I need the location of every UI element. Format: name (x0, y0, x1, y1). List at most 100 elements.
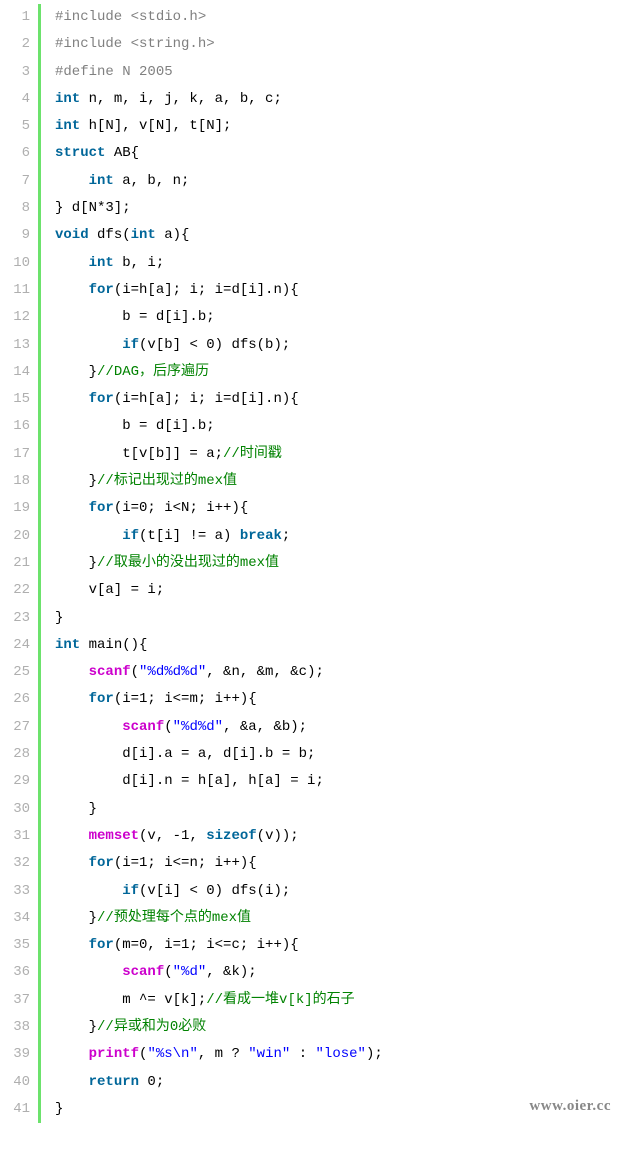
token-plain: } (55, 555, 97, 571)
token-plain: } (55, 473, 97, 489)
code-line: if(t[i] != a) break; (55, 523, 621, 550)
line-number: 25 (0, 659, 30, 686)
code-line: scanf("%d", &k); (55, 959, 621, 986)
token-kw: int (89, 173, 114, 189)
code-line: }//预处理每个点的mex值 (55, 905, 621, 932)
line-number: 3 (0, 59, 30, 86)
line-number: 16 (0, 413, 30, 440)
token-plain: (i=1; i<=n; i++){ (114, 855, 257, 871)
token-kw: int (55, 118, 80, 134)
code-line: } d[N*3]; (55, 195, 621, 222)
token-plain: dfs( (89, 227, 131, 243)
token-fn: memset (89, 828, 139, 844)
code-line: #define N 2005 (55, 59, 621, 86)
code-line: d[i].a = a, d[i].b = b; (55, 741, 621, 768)
token-kw: struct (55, 145, 105, 161)
token-plain (55, 255, 89, 271)
token-kw: for (89, 500, 114, 516)
token-plain: (v[i] < 0) dfs(i); (139, 883, 290, 899)
token-plain: a){ (156, 227, 190, 243)
token-cmt: //异或和为0必败 (97, 1019, 206, 1035)
token-plain: (i=h[a]; i; i=d[i].n){ (114, 282, 299, 298)
token-plain: (i=h[a]; i; i=d[i].n){ (114, 391, 299, 407)
code-line: t[v[b]] = a;//时间戳 (55, 441, 621, 468)
token-str: "%d%d%d" (139, 664, 206, 680)
token-plain: ; (282, 528, 290, 544)
token-kw: if (122, 528, 139, 544)
token-plain: ); (366, 1046, 383, 1062)
line-number: 7 (0, 168, 30, 195)
line-number: 12 (0, 304, 30, 331)
token-plain (55, 691, 89, 707)
code-line: memset(v, -1, sizeof(v)); (55, 823, 621, 850)
token-kw: int (55, 91, 80, 107)
token-kw: break (240, 528, 282, 544)
token-str: "%s\n" (147, 1046, 197, 1062)
line-number: 28 (0, 741, 30, 768)
token-plain: b = d[i].b; (55, 309, 215, 325)
token-kw: for (89, 937, 114, 953)
line-number: 17 (0, 441, 30, 468)
line-number: 30 (0, 796, 30, 823)
watermark: www.oier.cc (529, 1092, 611, 1121)
line-number: 19 (0, 495, 30, 522)
token-kw: for (89, 691, 114, 707)
token-plain: (m=0, i=1; i<=c; i++){ (114, 937, 299, 953)
code-line: d[i].n = h[a], h[a] = i; (55, 768, 621, 795)
code-line: int main(){ (55, 632, 621, 659)
token-plain (55, 1046, 89, 1062)
token-cmt: //预处理每个点的mex值 (97, 910, 251, 926)
token-kw: for (89, 282, 114, 298)
line-number: 41 (0, 1096, 30, 1123)
line-number: 21 (0, 550, 30, 577)
line-number: 34 (0, 905, 30, 932)
token-plain: } d[N*3]; (55, 200, 131, 216)
token-kw: sizeof (206, 828, 256, 844)
token-plain (55, 391, 89, 407)
code-line: for(i=h[a]; i; i=d[i].n){ (55, 277, 621, 304)
code-line: for(m=0, i=1; i<=c; i++){ (55, 932, 621, 959)
token-plain: } (55, 364, 97, 380)
code-line: m ^= v[k];//看成一堆v[k]的石子 (55, 987, 621, 1014)
token-cmt: //取最小的没出现过的mex值 (97, 555, 279, 571)
code-line: int a, b, n; (55, 168, 621, 195)
token-plain: } (55, 1019, 97, 1035)
token-plain: a, b, n; (114, 173, 190, 189)
token-kw: if (122, 883, 139, 899)
line-number: 9 (0, 222, 30, 249)
code-line: }//取最小的没出现过的mex值 (55, 550, 621, 577)
token-plain (55, 528, 122, 544)
token-kw: int (55, 637, 80, 653)
code-line: scanf("%d%d%d", &n, &m, &c); (55, 659, 621, 686)
token-plain: : (290, 1046, 315, 1062)
code-line: int b, i; (55, 250, 621, 277)
line-number: 38 (0, 1014, 30, 1041)
line-number: 24 (0, 632, 30, 659)
code-content: #include <stdio.h>#include <string.h>#de… (41, 4, 621, 1123)
line-number: 29 (0, 768, 30, 795)
token-plain: t[v[b]] = a; (55, 446, 223, 462)
token-str: "%d" (173, 964, 207, 980)
token-pre: #include <string.h> (55, 36, 215, 52)
line-number: 18 (0, 468, 30, 495)
token-plain: m ^= v[k]; (55, 992, 206, 1008)
token-plain (55, 964, 122, 980)
code-line: scanf("%d%d", &a, &b); (55, 714, 621, 741)
token-plain: ( (164, 719, 172, 735)
token-cmt: //DAG，后序遍历 (97, 364, 209, 380)
token-plain (55, 1074, 89, 1090)
token-plain: h[N], v[N], t[N]; (80, 118, 231, 134)
token-plain (55, 337, 122, 353)
code-line: }//标记出现过的mex值 (55, 468, 621, 495)
line-number: 11 (0, 277, 30, 304)
code-line: for(i=h[a]; i; i=d[i].n){ (55, 386, 621, 413)
line-number-gutter: 1234567891011121314151617181920212223242… (0, 4, 38, 1123)
token-str: "win" (248, 1046, 290, 1062)
token-plain: d[i].n = h[a], h[a] = i; (55, 773, 324, 789)
token-fn: printf (89, 1046, 139, 1062)
token-plain: } (55, 610, 63, 626)
token-plain (55, 719, 122, 735)
token-plain: (v, -1, (139, 828, 206, 844)
token-plain: (v[b] < 0) dfs(b); (139, 337, 290, 353)
token-kw: if (122, 337, 139, 353)
